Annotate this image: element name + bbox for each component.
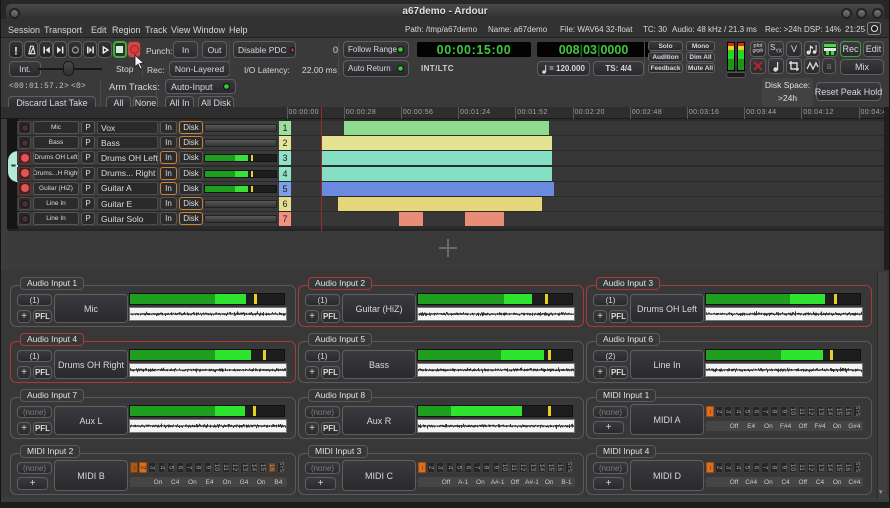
svg-text:!: ! xyxy=(14,45,18,57)
